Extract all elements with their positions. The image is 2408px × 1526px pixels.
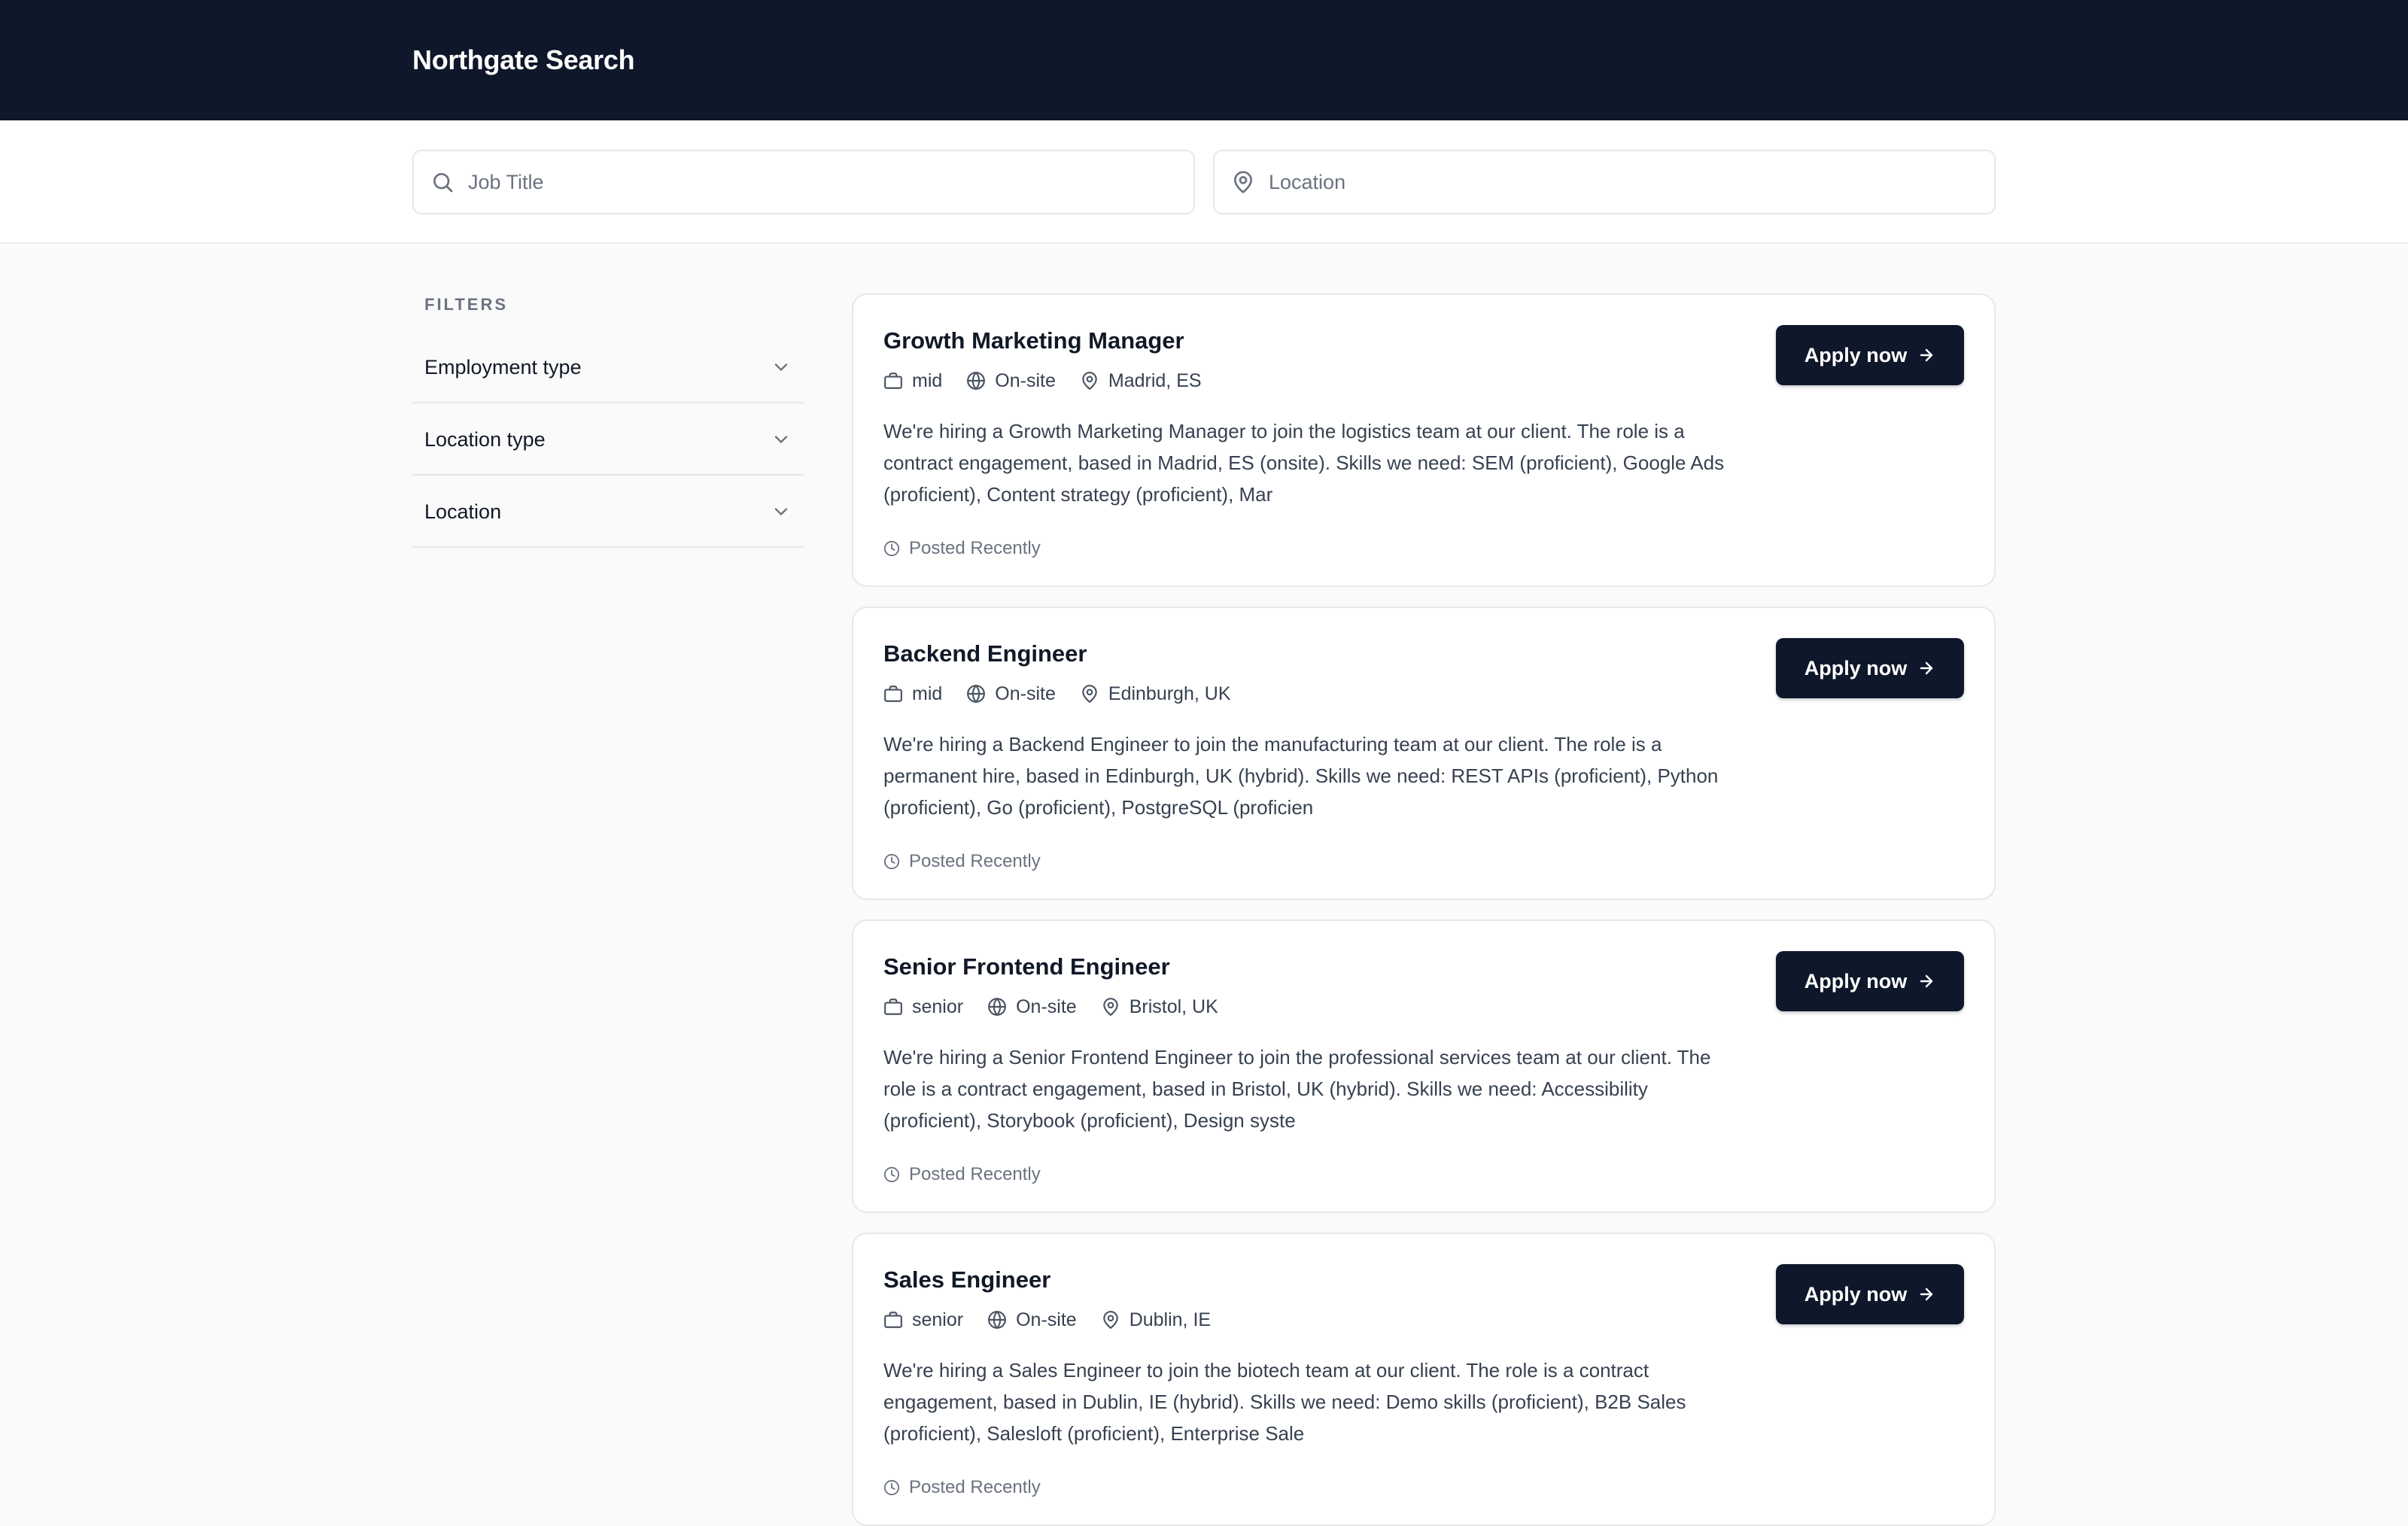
apply-label: Apply now — [1804, 969, 1908, 993]
filters-heading: FILTERS — [424, 295, 509, 314]
job-posted: Posted Recently — [883, 1475, 1041, 1500]
chevron-down-icon — [774, 436, 788, 443]
job-card: Senior Frontend Engineer senior On-site … — [852, 920, 1996, 1213]
filter-employment-type[interactable]: Employment type — [412, 331, 804, 403]
job-title[interactable]: Senior Frontend Engineer — [883, 951, 1170, 983]
filter-label: Location type — [424, 428, 546, 451]
job-title[interactable]: Growth Marketing Manager — [883, 325, 1184, 357]
chevron-down-icon — [774, 508, 788, 515]
filter-label: Employment type — [424, 356, 582, 378]
apply-now-button[interactable]: Apply now — [1776, 638, 1964, 698]
clock-icon — [883, 540, 900, 557]
job-level-text: mid — [912, 683, 943, 704]
job-posted-text: Posted Recently — [909, 1477, 1041, 1497]
job-posted-text: Posted Recently — [909, 851, 1041, 871]
apply-now-button[interactable]: Apply now — [1776, 325, 1964, 385]
job-posted: Posted Recently — [883, 536, 1041, 561]
job-level: senior — [883, 1306, 963, 1333]
job-meta: mid On-site Edinburgh, UK — [883, 680, 1255, 707]
job-meta: senior On-site Bristol, UK — [883, 993, 1242, 1020]
job-location-text: Dublin, IE — [1129, 1309, 1212, 1330]
job-location: Dublin, IE — [1101, 1306, 1211, 1333]
job-workplace-text: On-site — [995, 370, 1056, 391]
filter-label: Location — [424, 500, 502, 523]
map-pin-icon — [1102, 998, 1118, 1016]
job-posted-text: Posted Recently — [909, 1164, 1041, 1184]
map-pin-icon — [1234, 171, 1252, 193]
job-description: We're hiring a Sales Engineer to join th… — [883, 1359, 1686, 1445]
map-pin-icon — [1102, 1311, 1118, 1329]
job-location-text: Bristol, UK — [1129, 996, 1218, 1017]
job-title[interactable]: Backend Engineer — [883, 638, 1087, 670]
location-input[interactable] — [1269, 151, 1976, 213]
job-workplace: On-site — [987, 993, 1077, 1020]
filter-location-type[interactable]: Location type — [412, 403, 804, 476]
arrow-right-icon — [1920, 974, 1933, 988]
job-card: Backend Engineer mid On-site Edinburgh, … — [852, 606, 1996, 900]
search-icon — [433, 173, 453, 193]
job-level-text: mid — [912, 370, 943, 391]
globe-icon — [988, 998, 1007, 1016]
job-level: senior — [883, 993, 963, 1020]
job-workplace-text: On-site — [995, 683, 1056, 704]
apply-label: Apply now — [1804, 1282, 1908, 1306]
apply-label: Apply now — [1804, 656, 1908, 679]
job-posted: Posted Recently — [883, 1162, 1041, 1187]
job-level-text: senior — [912, 1309, 964, 1330]
job-posted-text: Posted Recently — [909, 538, 1041, 558]
job-title-input[interactable] — [468, 151, 1175, 213]
filter-location[interactable]: Location — [412, 476, 804, 548]
job-posted: Posted Recently — [883, 849, 1041, 874]
globe-icon — [988, 1311, 1007, 1329]
job-title[interactable]: Sales Engineer — [883, 1264, 1050, 1296]
job-level: mid — [883, 367, 942, 394]
location-field[interactable] — [1213, 150, 1996, 214]
job-workplace: On-site — [966, 680, 1056, 707]
chevron-down-icon — [774, 363, 788, 371]
job-location-text: Edinburgh, UK — [1108, 683, 1231, 704]
clock-icon — [883, 853, 900, 870]
job-location: Edinburgh, UK — [1080, 680, 1231, 707]
briefcase-icon — [884, 372, 902, 389]
apply-now-button[interactable]: Apply now — [1776, 1264, 1964, 1324]
job-level-text: senior — [912, 996, 964, 1017]
map-pin-icon — [1082, 685, 1097, 703]
job-description: We're hiring a Backend Engineer to join … — [883, 733, 1719, 819]
top-navigation-bar: Northgate Search — [0, 0, 2408, 120]
clock-icon — [883, 1479, 900, 1496]
apply-label: Apply now — [1804, 343, 1908, 366]
job-card: Growth Marketing Manager mid On-site Mad… — [852, 293, 1996, 587]
job-workplace: On-site — [966, 367, 1056, 394]
job-location-text: Madrid, ES — [1108, 370, 1202, 391]
job-description: We're hiring a Growth Marketing Manager … — [883, 420, 1725, 506]
job-description: We're hiring a Senior Frontend Engineer … — [883, 1046, 1711, 1132]
job-level: mid — [883, 680, 942, 707]
globe-icon — [967, 685, 986, 703]
briefcase-icon — [884, 999, 902, 1015]
job-location: Madrid, ES — [1080, 367, 1202, 394]
job-meta: mid On-site Madrid, ES — [883, 367, 1226, 394]
apply-now-button[interactable]: Apply now — [1776, 951, 1964, 1011]
job-workplace-text: On-site — [1016, 1309, 1077, 1330]
job-card: Sales Engineer senior On-site Dublin, IE… — [852, 1233, 1996, 1526]
job-workplace-text: On-site — [1016, 996, 1077, 1017]
search-bar — [0, 120, 2408, 244]
job-meta: senior On-site Dublin, IE — [883, 1306, 1235, 1333]
brand-logo-text[interactable]: Northgate Search — [412, 42, 635, 78]
arrow-right-icon — [1920, 661, 1933, 675]
globe-icon — [967, 372, 986, 390]
map-pin-icon — [1082, 372, 1097, 390]
job-location: Bristol, UK — [1101, 993, 1218, 1020]
job-workplace: On-site — [987, 1306, 1077, 1333]
arrow-right-icon — [1920, 348, 1933, 362]
briefcase-icon — [884, 685, 902, 702]
arrow-right-icon — [1920, 1287, 1933, 1301]
briefcase-icon — [884, 1312, 902, 1328]
clock-icon — [883, 1166, 900, 1183]
job-title-field[interactable] — [412, 150, 1195, 214]
